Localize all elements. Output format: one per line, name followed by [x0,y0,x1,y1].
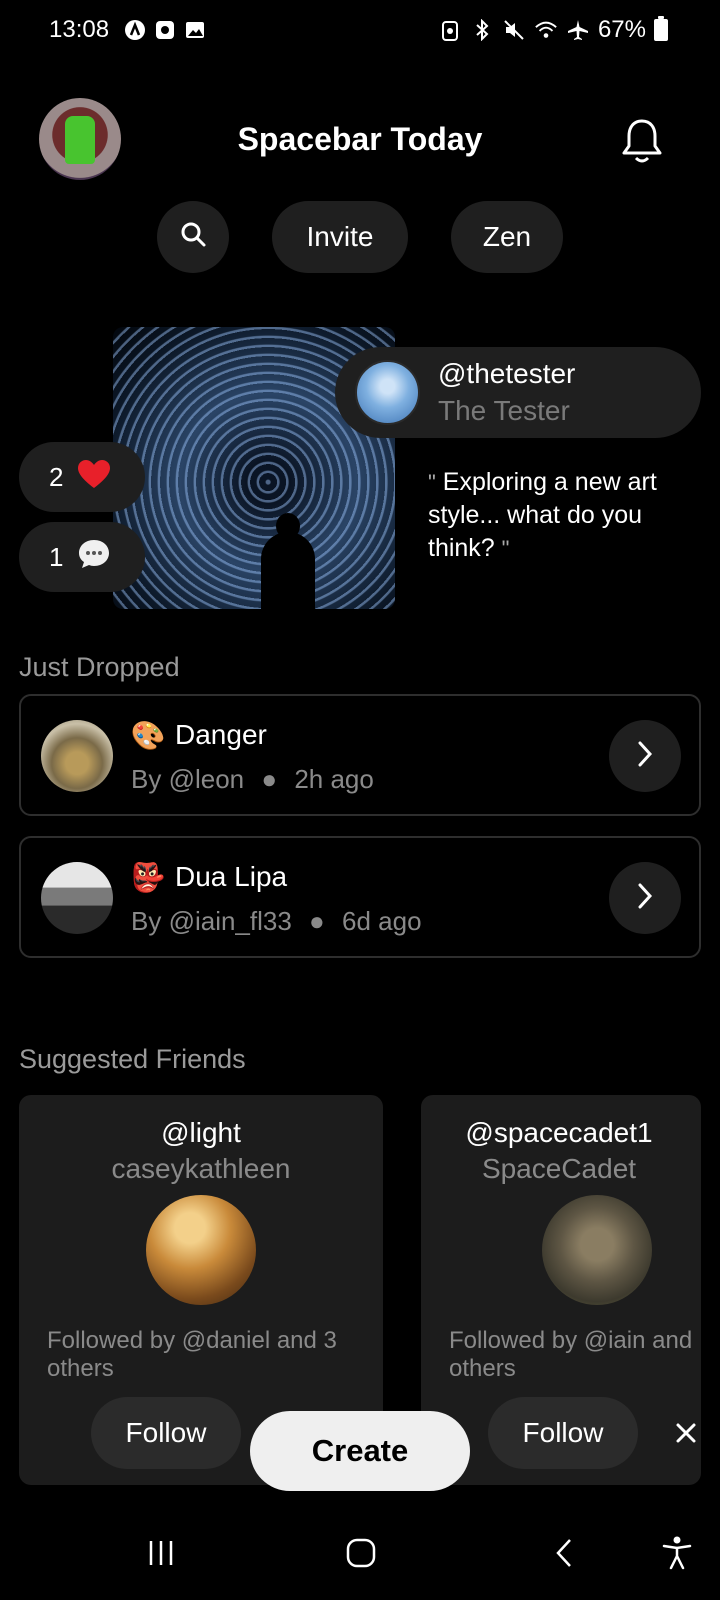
drop-avatar [41,720,113,792]
invite-button[interactable]: Invite [272,201,408,273]
friend-avatar[interactable] [146,1195,256,1305]
search-button[interactable] [157,201,229,273]
close-icon[interactable] [666,1413,701,1453]
friend-name: caseykathleen [111,1153,291,1184]
dot-separator: ● [309,906,325,936]
recent-apps-icon[interactable] [131,1528,191,1578]
a-icon [123,18,147,42]
create-button[interactable]: Create [250,1411,470,1491]
featured-quote-text: Exploring a new art style... what do you… [428,468,657,562]
status-time: 13:08 [49,16,110,43]
drop-author: By @iain_fl33 [131,906,292,936]
friend-followed-by: Followed by @iain and others [449,1327,693,1382]
friend-avatar[interactable] [542,1195,652,1305]
likes-count: 2 [49,461,64,492]
friend-handle: @spacecadet1 [465,1117,653,1148]
drop-title-row: 👺 Dua Lipa [130,860,288,894]
suggested-friends-heading: Suggested Friends [19,1044,246,1074]
open-drop-button[interactable] [609,720,681,792]
featured-user-avatar[interactable] [355,360,420,425]
status-bar: 13:08 67% [0,0,720,60]
wifi-icon [534,18,558,42]
just-dropped-heading: Just Dropped [19,652,180,682]
mute-icon [502,18,526,42]
status-left-icons [123,18,207,42]
friend-followed-by: Followed by @daniel and 3 others [47,1327,337,1382]
follow-button[interactable]: Follow [488,1397,638,1469]
page-title: Spacebar Today [237,121,483,157]
status-right: 67% [438,16,668,44]
open-drop-button[interactable] [609,862,681,934]
drop-item-danger[interactable]: 🎨 Danger By @leon ● 2h ago [19,694,701,816]
likes-button[interactable]: 2 [19,442,145,512]
search-icon [179,220,207,255]
featured-quote: " Exploring a new art style... what do y… [428,466,708,565]
zen-button[interactable]: Zen [451,201,563,273]
battery-icon [654,16,668,41]
comments-count: 1 [49,541,64,572]
friend-name: SpaceCadet [481,1153,637,1184]
gallery-icon [183,18,207,42]
quote-open: " [428,470,436,495]
airplane-icon [566,18,590,42]
chevron-right-icon [635,882,655,915]
palette-icon: 🎨 [130,719,166,751]
drop-meta: By @iain_fl33 ● 6d ago [131,906,422,937]
drop-meta: By @leon ● 2h ago [131,764,374,795]
app-icon [153,18,177,42]
drop-time: 6d ago [342,906,422,936]
accessibility-icon[interactable] [647,1528,707,1578]
drop-time: 2h ago [294,764,374,794]
drop-avatar [41,862,113,934]
drop-title: Dua Lipa [175,861,288,892]
home-icon[interactable] [331,1528,391,1578]
goblin-mask-icon: 👺 [130,861,166,893]
comments-button[interactable]: 1 [19,522,145,592]
featured-user-name: The Tester [438,395,570,426]
comment-bubble-icon [77,538,111,577]
drop-item-dua-lipa[interactable]: 👺 Dua Lipa By @iain_fl33 ● 6d ago [19,836,701,958]
bell-icon[interactable] [620,117,664,165]
featured-user-handle: @thetester [438,358,576,389]
bluetooth-icon [470,18,494,42]
drop-author: By @leon [131,764,245,794]
system-nav-bar [0,1506,720,1600]
drop-title: Danger [175,719,267,750]
battery-saver-icon [438,18,462,42]
quote-close: " [501,536,510,561]
heart-icon [77,459,111,496]
back-icon[interactable] [534,1528,594,1578]
drop-title-row: 🎨 Danger [131,718,267,752]
follow-button[interactable]: Follow [91,1397,241,1469]
battery-percent: 67% [597,16,646,43]
friend-card-spacecadet1[interactable]: @spacecadet1 SpaceCadet Followed by @iai… [421,1095,701,1485]
dot-separator: ● [261,764,278,794]
chevron-right-icon [635,740,655,773]
friend-handle: @light [161,1117,241,1148]
